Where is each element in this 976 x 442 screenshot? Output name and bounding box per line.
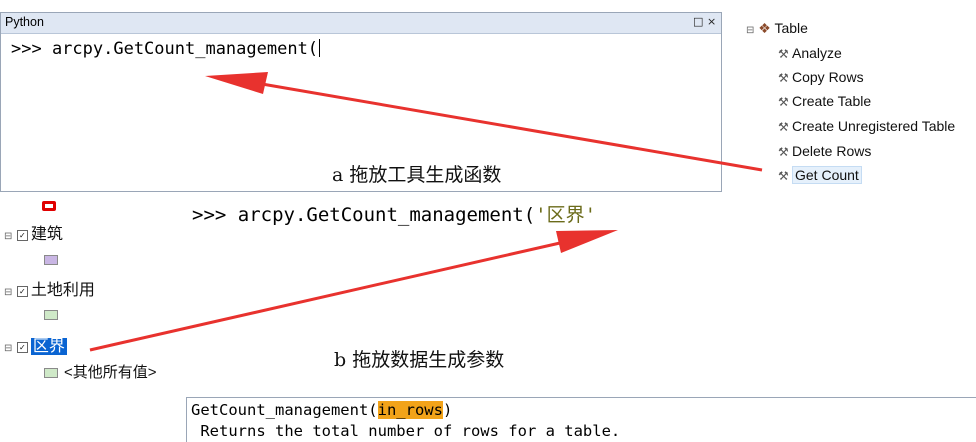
collapse-icon[interactable]: ⊟ <box>4 287 12 298</box>
hammer-icon: ⚒ <box>778 145 789 159</box>
tool-delete-rows[interactable]: ⚒ Delete Rows <box>778 143 871 159</box>
tool-label: Delete Rows <box>792 143 872 159</box>
close-icon[interactable]: × <box>707 15 716 28</box>
tool-label: Create Table <box>792 93 872 109</box>
python-command-line[interactable]: >>> arcpy.GetCount_management( <box>11 39 321 59</box>
hammer-icon: ⚒ <box>778 95 789 109</box>
caption-b: b 拖放数据生成参数 <box>334 349 505 371</box>
toolset-icon: ❖ <box>758 20 771 36</box>
function-signature: GetCount_management(in_rows) <box>191 401 452 419</box>
pin-icon[interactable]: □ <box>693 15 703 28</box>
toolbox-tree: ⊟ ❖ Table ⚒ Analyze ⚒ Copy Rows ⚒ Create Ta… <box>740 0 976 192</box>
python-command-line[interactable]: >>> arcpy.GetCount_management('区界' <box>192 200 596 227</box>
collapse-icon[interactable]: ⊟ <box>746 25 754 36</box>
hammer-icon: ⚒ <box>778 120 789 134</box>
other-values-swatch <box>44 368 58 378</box>
help-panel: GetCount_management(in_rows) Returns the… <box>186 397 976 442</box>
tool-analyze[interactable]: ⚒ Analyze <box>778 45 842 61</box>
function-description: Returns the total number of rows for a t… <box>191 422 621 440</box>
python-window-title: Python <box>5 15 44 29</box>
layer-label: 土地利用 <box>30 282 95 299</box>
layer-checkbox[interactable]: ✓ <box>16 342 28 353</box>
python-window-titlebar: Python □ × <box>1 13 721 34</box>
toolset-label: Table <box>774 20 808 36</box>
layer-buildings[interactable]: ⊟ ✓ 建筑 <box>4 220 63 244</box>
layer-checkbox[interactable]: ✓ <box>16 230 28 241</box>
buildings-swatch <box>44 255 58 265</box>
tool-label: Analyze <box>792 45 842 61</box>
caption-a: a 拖放工具生成函数 <box>332 164 502 186</box>
text-cursor <box>319 39 321 57</box>
tool-label-selected: Get Count <box>792 166 862 184</box>
toolset-table[interactable]: ⊟ ❖ Table <box>746 20 808 37</box>
tool-get-count[interactable]: ⚒ Get Count <box>778 166 862 184</box>
tool-label: Copy Rows <box>792 69 864 85</box>
tool-copy-rows[interactable]: ⚒ Copy Rows <box>778 69 864 85</box>
hammer-icon: ⚒ <box>778 71 789 85</box>
hammer-icon: ⚒ <box>778 47 789 61</box>
signature-text: GetCount_management( <box>191 401 378 419</box>
other-values-label: <其他所有值> <box>64 364 157 381</box>
collapse-icon[interactable]: ⊟ <box>4 231 12 242</box>
tool-create-unregistered-table[interactable]: ⚒ Create Unregistered Table <box>778 118 955 134</box>
python-command-text: >>> arcpy.GetCount_management( <box>11 39 319 59</box>
layer-label-selected: 区界 <box>30 338 67 355</box>
layer-label: 建筑 <box>30 226 63 243</box>
layer-checkbox[interactable]: ✓ <box>16 286 28 297</box>
parameter-highlight: in_rows <box>377 401 443 419</box>
tool-label: Create Unregistered Table <box>792 118 956 134</box>
tool-create-table[interactable]: ⚒ Create Table <box>778 93 871 109</box>
python-window-bottom: >>> arcpy.GetCount_management('区界' <box>188 192 976 390</box>
layer-district[interactable]: ⊟ ✓ 区界 <box>4 332 67 356</box>
table-of-contents: ⊟ ✓ 建筑 ⊟ ✓ 土地利用 ⊟ ✓ 区界 <其他所有值> <box>0 192 189 390</box>
land-use-swatch <box>44 310 58 320</box>
signature-close: ) <box>442 401 453 419</box>
python-command-text: >>> arcpy.GetCount_management( <box>192 204 536 226</box>
polygon-symbol <box>42 201 56 211</box>
layer-land-use[interactable]: ⊟ ✓ 土地利用 <box>4 276 95 300</box>
python-string-argument: '区界' <box>535 204 597 226</box>
hammer-icon: ⚒ <box>778 169 789 183</box>
collapse-icon[interactable]: ⊟ <box>4 343 12 354</box>
